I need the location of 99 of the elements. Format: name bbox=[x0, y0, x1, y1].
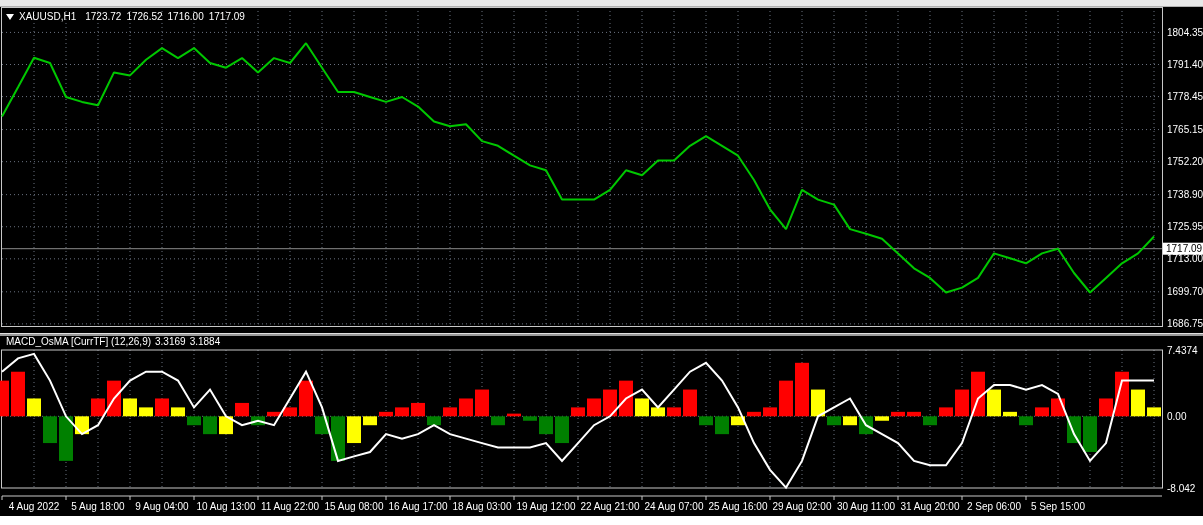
price-axis-label: 1791.40 bbox=[1167, 59, 1203, 70]
histogram-bar bbox=[1083, 416, 1097, 452]
price-axis-label: 1713.00 bbox=[1167, 253, 1203, 265]
indicator-axis-label: 7.4374 bbox=[1167, 344, 1198, 356]
histogram-bar bbox=[171, 407, 185, 417]
histogram-bar bbox=[651, 407, 665, 417]
histogram-bar bbox=[1099, 398, 1113, 417]
histogram-bar bbox=[1147, 407, 1161, 417]
time-axis-label: 30 Aug 11:00 bbox=[836, 501, 896, 512]
histogram-bar bbox=[843, 416, 857, 426]
histogram-bar bbox=[139, 407, 153, 417]
time-axis-label: 4 Aug 2022 bbox=[8, 501, 60, 512]
histogram-bar bbox=[875, 416, 889, 421]
time-axis-label: 29 Aug 02:00 bbox=[772, 501, 832, 512]
time-axis-label: 18 Aug 03:00 bbox=[452, 501, 512, 512]
price-axis-label: 1699.70 bbox=[1167, 286, 1203, 298]
histogram-bar bbox=[1131, 389, 1145, 417]
histogram-bar bbox=[763, 407, 777, 417]
histogram-bar bbox=[203, 416, 217, 435]
indicator-title: MACD_OsMA [CurrTF] (12,26,9) bbox=[6, 336, 152, 348]
histogram-bar bbox=[523, 416, 537, 421]
time-axis-label: 10 Aug 13:00 bbox=[196, 501, 256, 512]
histogram-bar bbox=[891, 411, 905, 417]
histogram-bar bbox=[475, 389, 489, 417]
histogram-bar bbox=[1035, 407, 1049, 417]
histogram-bar bbox=[555, 416, 569, 444]
price-axis-label: 1752.20 bbox=[1167, 156, 1203, 168]
price-axis-label: 1765.15 bbox=[1167, 124, 1203, 136]
time-axis-label: 22 Aug 21:00 bbox=[580, 501, 640, 512]
price-axis-label: 1725.95 bbox=[1167, 221, 1203, 233]
time-axis-label: 5 Aug 18:00 bbox=[71, 501, 125, 512]
histogram-bar bbox=[219, 416, 233, 435]
histogram-bar bbox=[283, 407, 297, 417]
histogram-bar bbox=[635, 398, 649, 417]
price-axis-label: 1686.75 bbox=[1167, 318, 1203, 330]
histogram-bar bbox=[363, 416, 377, 426]
histogram-bar bbox=[43, 416, 57, 444]
indicator-axis-label: -8.042 bbox=[1167, 482, 1196, 494]
indicator-value: 3.1884 bbox=[189, 336, 221, 348]
time-axis-label: 11 Aug 22:00 bbox=[260, 501, 320, 512]
dropdown-triangle-icon[interactable] bbox=[6, 14, 14, 20]
histogram-bar bbox=[27, 398, 41, 417]
histogram-bar bbox=[539, 416, 553, 435]
histogram-bar bbox=[11, 371, 25, 417]
histogram-bar bbox=[443, 407, 457, 417]
histogram-bar bbox=[731, 416, 745, 426]
time-axis-label: 24 Aug 07:00 bbox=[644, 501, 704, 512]
histogram-bar bbox=[427, 416, 441, 426]
time-axis-label: 31 Aug 20:00 bbox=[900, 501, 960, 512]
histogram-bar bbox=[747, 411, 761, 417]
histogram-bar bbox=[827, 416, 841, 426]
histogram-bar bbox=[667, 407, 681, 417]
time-axis-label: 19 Aug 12:00 bbox=[516, 501, 576, 512]
time-axis-label: 16 Aug 17:00 bbox=[388, 501, 448, 512]
indicator-axis-label: 0.00 bbox=[1167, 410, 1187, 422]
histogram-bar bbox=[331, 416, 345, 461]
histogram-bar bbox=[491, 416, 505, 426]
histogram-bar bbox=[907, 411, 921, 417]
histogram-bar bbox=[123, 398, 137, 417]
histogram-bar bbox=[251, 416, 265, 426]
time-axis-label: 15 Aug 08:00 bbox=[324, 501, 384, 512]
histogram-bar bbox=[155, 398, 169, 417]
time-axis-label: 2 Sep 06:00 bbox=[967, 501, 1021, 512]
histogram-bar bbox=[299, 380, 313, 417]
price-value: 1717.09 bbox=[208, 11, 245, 23]
symbol-label: XAUUSD,H1 bbox=[19, 11, 77, 23]
price-axis-label: 1778.45 bbox=[1167, 91, 1203, 103]
histogram-bar bbox=[683, 389, 697, 417]
price-value: 1716.00 bbox=[167, 11, 204, 23]
histogram-bar bbox=[507, 413, 521, 417]
time-axis-label: 25 Aug 16:00 bbox=[708, 501, 768, 512]
histogram-bar bbox=[459, 398, 473, 417]
histogram-bar bbox=[91, 398, 105, 417]
price-axis-label: 1738.90 bbox=[1167, 189, 1203, 201]
indicator-value: 3.3169 bbox=[155, 336, 186, 348]
histogram-bar bbox=[1019, 416, 1033, 426]
histogram-bar bbox=[267, 411, 281, 417]
histogram-bar bbox=[347, 416, 361, 444]
histogram-bar bbox=[1003, 411, 1017, 417]
price-axis-label: 1804.35 bbox=[1167, 26, 1203, 38]
price-value: 1723.72 bbox=[85, 11, 122, 23]
histogram-bar bbox=[955, 389, 969, 417]
histogram-bar bbox=[795, 362, 809, 417]
histogram-bar bbox=[699, 416, 713, 426]
time-axis-label: 9 Aug 04:00 bbox=[135, 501, 189, 512]
histogram-bar bbox=[571, 407, 585, 417]
histogram-bar bbox=[395, 407, 409, 417]
histogram-bar bbox=[59, 416, 73, 461]
histogram-bar bbox=[923, 416, 937, 426]
time-axis-label: 5 Sep 15:00 bbox=[1031, 501, 1085, 512]
histogram-bar bbox=[187, 416, 201, 426]
histogram-bar bbox=[987, 389, 1001, 417]
price-value: 1726.52 bbox=[126, 11, 163, 23]
histogram-bar bbox=[779, 380, 793, 417]
histogram-bar bbox=[0, 380, 9, 417]
histogram-bar bbox=[715, 416, 729, 435]
histogram-bar bbox=[587, 398, 601, 417]
histogram-bar bbox=[379, 411, 393, 417]
histogram-bar bbox=[939, 407, 953, 417]
